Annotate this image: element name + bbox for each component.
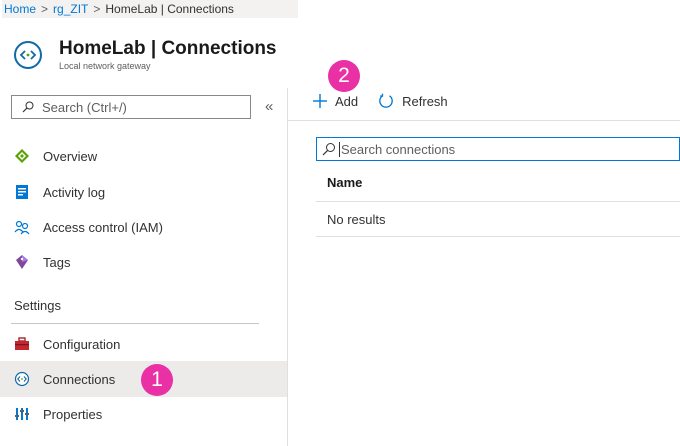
connections-icon <box>14 40 42 69</box>
sidebar-item-tags[interactable]: Tags <box>0 244 287 280</box>
properties-icon <box>14 406 30 422</box>
text-cursor <box>339 141 340 157</box>
page-subtitle: Local network gateway <box>59 61 151 71</box>
overview-icon <box>14 148 30 164</box>
add-button-label: Add <box>335 93 359 109</box>
table-divider <box>316 201 680 202</box>
settings-section-header: Settings <box>14 298 61 313</box>
connections-icon <box>14 371 30 387</box>
search-icon <box>22 101 34 113</box>
sidebar-item-label: Overview <box>43 148 98 164</box>
search-icon <box>322 142 336 156</box>
empty-results-text: No results <box>327 212 386 227</box>
toolbar-divider <box>288 120 680 121</box>
sidebar-search-input[interactable]: Search (Ctrl+/) <box>11 95 251 119</box>
plus-icon <box>313 94 327 108</box>
sidebar-search-placeholder: Search (Ctrl+/) <box>42 99 127 115</box>
breadcrumb-separator: > <box>41 2 49 16</box>
sidebar-item-label: Connections <box>43 371 116 387</box>
step-1-callout: 1 <box>141 364 173 396</box>
breadcrumb: Home > rg_ZIT > HomeLab | Connections <box>2 0 298 18</box>
table-divider <box>316 236 680 237</box>
page-header: HomeLab | Connections Local network gate… <box>14 38 277 71</box>
command-toolbar: Add Refresh <box>313 93 468 109</box>
column-header-name[interactable]: Name <box>327 175 362 190</box>
sidebar-item-label: Configuration <box>43 336 121 352</box>
sidebar-item-overview[interactable]: Overview <box>0 138 287 174</box>
sidebar-item-label: Tags <box>43 254 71 270</box>
toolbox-icon <box>14 336 30 352</box>
settings-divider <box>11 323 259 324</box>
breadcrumb-resource-group[interactable]: rg_ZIT <box>53 2 88 16</box>
sidebar-item-label: Activity log <box>43 184 106 200</box>
iam-icon <box>14 219 30 235</box>
breadcrumb-separator: > <box>93 2 101 16</box>
add-button[interactable]: Add <box>313 94 358 109</box>
refresh-button[interactable]: Refresh <box>378 93 448 109</box>
tag-icon <box>14 254 30 270</box>
step-2-callout: 2 <box>328 60 360 92</box>
refresh-button-label: Refresh <box>402 93 448 109</box>
page-title: HomeLab | Connections <box>59 38 277 59</box>
sidebar-item-activity-log[interactable]: Activity log <box>0 174 287 210</box>
refresh-icon <box>378 93 394 109</box>
breadcrumb-home[interactable]: Home <box>4 2 36 16</box>
collapse-sidebar-button[interactable]: « <box>265 99 273 115</box>
connections-search-input[interactable]: Search connections <box>316 137 680 161</box>
activity-log-icon <box>14 184 30 200</box>
sidebar-item-iam[interactable]: Access control (IAM) <box>0 209 287 245</box>
connections-search-placeholder: Search connections <box>341 141 456 157</box>
breadcrumb-current: HomeLab | Connections <box>105 2 234 16</box>
sidebar-divider <box>287 88 288 446</box>
sidebar-item-configuration[interactable]: Configuration <box>0 326 287 362</box>
sidebar-item-label: Properties <box>43 406 103 422</box>
sidebar-item-properties[interactable]: Properties <box>0 396 287 432</box>
sidebar-item-label: Access control (IAM) <box>43 219 163 235</box>
